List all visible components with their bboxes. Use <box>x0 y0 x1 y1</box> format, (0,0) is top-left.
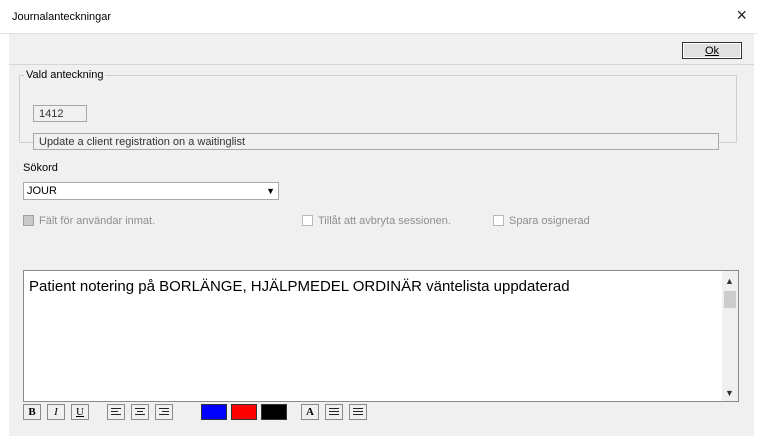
note-text: Patient notering på BORLÄNGE, HJÄLPMEDEL… <box>29 278 570 295</box>
align-center-icon <box>135 408 145 415</box>
save-unsigned-checkbox[interactable]: Spara osignerad <box>493 215 590 227</box>
align-right-button[interactable] <box>155 404 173 420</box>
numbered-list-icon <box>353 408 363 415</box>
color-red-button[interactable] <box>231 404 257 420</box>
checkbox-icon <box>23 215 34 226</box>
scroll-thumb[interactable] <box>724 291 736 308</box>
selected-note-legend: Vald anteckning <box>26 69 104 81</box>
checkbox-icon <box>302 215 313 226</box>
user-input-field-label: Fält för användar inmat. <box>39 215 156 227</box>
top-toolbar: Ok <box>9 34 754 65</box>
italic-button[interactable]: I <box>47 404 65 420</box>
color-blue-button[interactable] <box>201 404 227 420</box>
window-title: Journalanteckningar <box>12 11 112 23</box>
bullet-list-button[interactable] <box>325 404 343 420</box>
ok-button[interactable]: Ok <box>682 42 742 59</box>
align-center-button[interactable] <box>131 404 149 420</box>
user-input-field-checkbox[interactable]: Fält för användar inmat. <box>23 215 155 227</box>
scroll-up-icon[interactable]: ▲ <box>725 276 734 286</box>
scroll-down-icon[interactable]: ▼ <box>725 388 734 398</box>
align-left-button[interactable] <box>107 404 125 420</box>
format-toolbar: B I U A <box>23 404 739 422</box>
save-unsigned-label: Spara osignerad <box>509 215 590 227</box>
close-icon[interactable]: × <box>736 6 747 24</box>
title-bar: Journalanteckningar × <box>0 0 757 34</box>
align-right-icon <box>159 408 169 415</box>
allow-cancel-session-label: Tillåt att avbryta sessionen. <box>318 215 451 227</box>
keyword-selected-value: JOUR <box>27 185 57 197</box>
numbered-list-button[interactable] <box>349 404 367 420</box>
note-text-editor[interactable]: Patient notering på BORLÄNGE, HJÄLPMEDEL… <box>23 270 739 402</box>
note-description-field: Update a client registration on a waitin… <box>33 133 719 150</box>
checkbox-icon <box>493 215 504 226</box>
keyword-dropdown[interactable]: JOUR ▼ <box>23 182 279 200</box>
ok-button-label: Ok <box>704 45 720 57</box>
selected-note-group: Vald anteckning 1412 Update a client reg… <box>19 69 737 150</box>
align-left-icon <box>111 408 121 415</box>
vertical-scrollbar[interactable]: ▲ ▼ <box>722 271 738 401</box>
allow-cancel-session-checkbox[interactable]: Tillåt att avbryta sessionen. <box>302 215 451 227</box>
keyword-label: Sökord <box>23 162 58 174</box>
chevron-down-icon[interactable]: ▼ <box>266 186 275 196</box>
underline-button[interactable]: U <box>71 404 89 420</box>
note-id-field: 1412 <box>33 105 87 122</box>
font-button[interactable]: A <box>301 404 319 420</box>
bold-button[interactable]: B <box>23 404 41 420</box>
color-black-button[interactable] <box>261 404 287 420</box>
main-panel: Vald anteckning 1412 Update a client reg… <box>9 65 754 436</box>
bullet-list-icon <box>329 408 339 415</box>
